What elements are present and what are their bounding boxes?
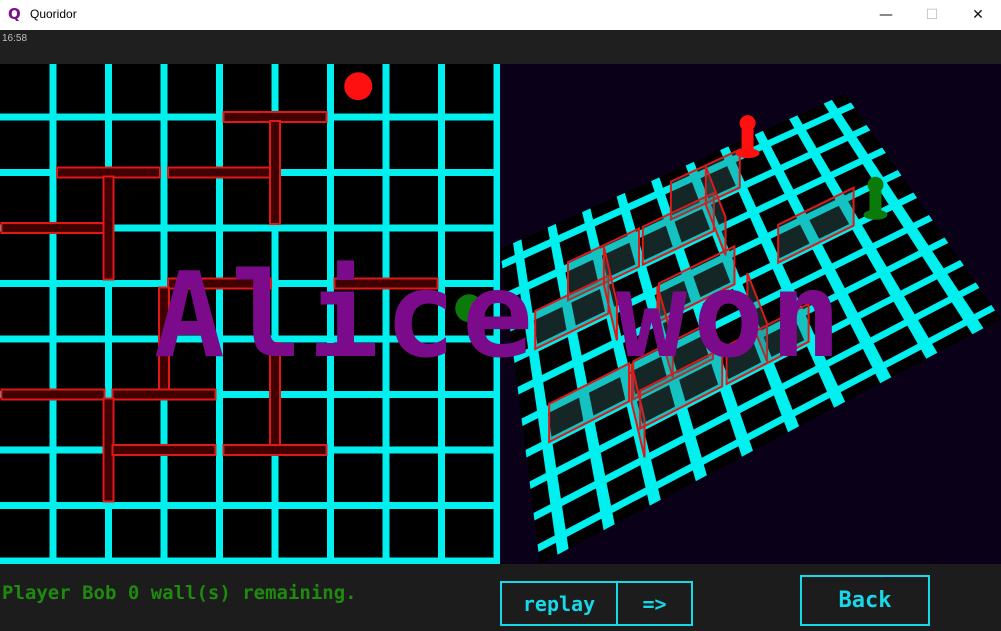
title-bar: Q Quoridor — ☐ ✕ — [0, 0, 1001, 30]
grid-line-vertical — [49, 64, 57, 564]
back-button[interactable]: Back — [800, 575, 930, 626]
window-title: Quoridor — [30, 7, 77, 21]
board-2d[interactable] — [0, 64, 500, 564]
wall-segment — [111, 444, 217, 456]
wall-segment — [0, 388, 106, 401]
clock-time: 16:58 — [2, 33, 28, 44]
wall-segment — [0, 222, 106, 234]
quoridor-app-icon: Q — [8, 5, 21, 23]
close-button[interactable]: ✕ — [955, 0, 1001, 30]
board-3d-canvas[interactable] — [500, 64, 1001, 564]
wall-segment — [111, 388, 217, 401]
wall-segment — [333, 277, 439, 290]
pawn-body — [741, 129, 754, 154]
minimize-button[interactable]: — — [863, 0, 909, 30]
wall-segment — [167, 166, 272, 179]
maximize-button[interactable]: ☐ — [909, 0, 955, 30]
status-message: Player Bob 0 wall(s) remaining. — [2, 582, 357, 604]
wall-segment — [167, 277, 272, 290]
grid-line-vertical — [216, 64, 223, 564]
grid-line-horizontal — [0, 502, 500, 509]
player-pawn-green — [455, 294, 484, 323]
grid-line-vertical — [327, 64, 334, 564]
pawn-head — [867, 176, 884, 193]
grid-line-vertical — [438, 64, 445, 564]
top-strip: 16:58 — [0, 30, 1001, 64]
board-3d[interactable] — [500, 64, 1001, 564]
bottom-bar: Player Bob 0 wall(s) remaining. replay =… — [0, 564, 1001, 631]
wall-segment — [269, 120, 281, 225]
next-move-button[interactable]: => — [616, 581, 693, 626]
replay-button[interactable]: replay — [500, 581, 618, 626]
pawn-head — [739, 115, 756, 132]
grid-line-horizontal — [0, 335, 500, 343]
wall-segment — [222, 444, 328, 456]
pawn-body — [869, 190, 882, 215]
wall-segment — [158, 286, 170, 392]
board-2d-canvas[interactable] — [0, 64, 500, 564]
wall-segment — [269, 342, 281, 447]
grid-line-vertical — [382, 64, 390, 564]
player-pawn-red — [344, 72, 373, 101]
wall-segment — [102, 175, 115, 281]
